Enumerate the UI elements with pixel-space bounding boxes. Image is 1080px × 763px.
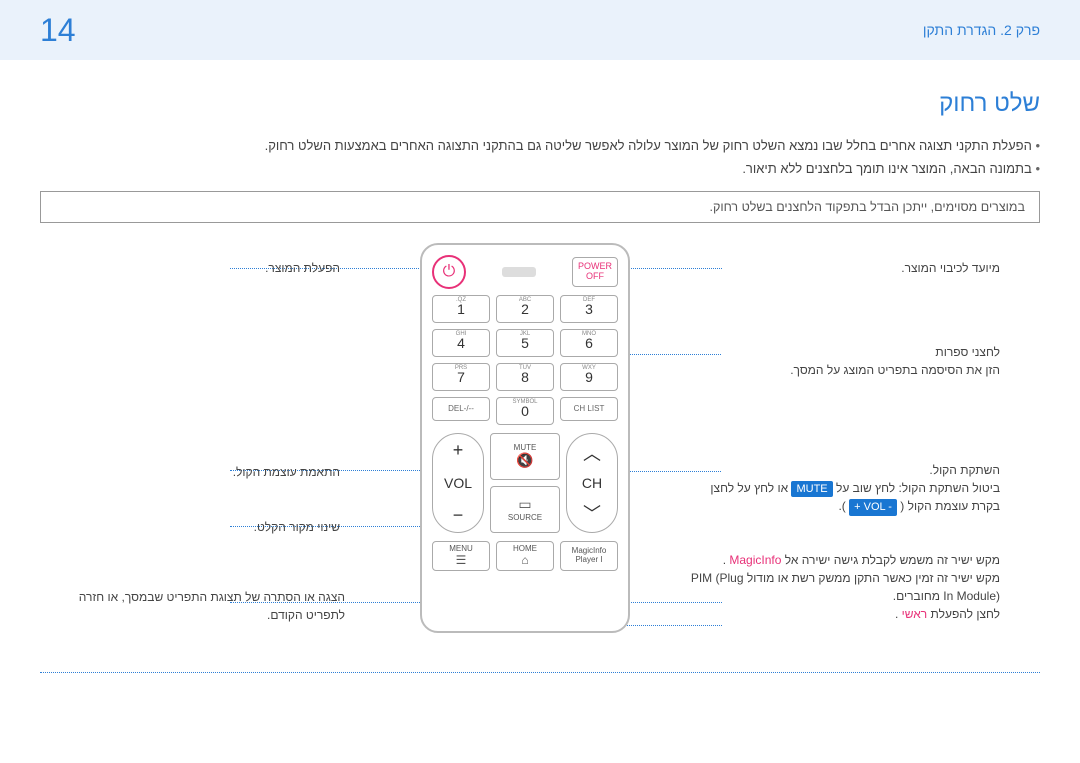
- note-box: במוצרים מסוימים, ייתכן הבדל בתפקוד הלחצנ…: [40, 191, 1040, 223]
- number-pad: .QZ1 ABC2 DEF3 GHI4 JKL5 MNO6 PRS7 TUV8 …: [432, 295, 618, 391]
- remote-control: ⏻ POWER OFF .QZ1 ABC2 DEF3 GHI4 JKL5 MNO…: [420, 243, 630, 633]
- source-button[interactable]: ▭ SOURCE: [490, 486, 560, 533]
- mute-pill: MUTE: [791, 481, 832, 498]
- number-8-button[interactable]: TUV8: [496, 363, 554, 391]
- volume-rocker[interactable]: + VOL −: [432, 433, 484, 533]
- home-icon: ⌂: [521, 554, 528, 567]
- menu-button[interactable]: MENU ☰: [432, 541, 490, 571]
- channel-rocker[interactable]: ︿ CH ﹀: [566, 433, 618, 533]
- intro-list: הפעלת התקני תצוגה אחרים בחלל שבו נמצא הש…: [40, 134, 1040, 181]
- power-icon: ⏻: [443, 263, 456, 281]
- number-6-button[interactable]: MNO6: [560, 329, 618, 357]
- label-source-change: שינוי מקור הקלט.: [254, 520, 340, 534]
- number-2-button[interactable]: ABC2: [496, 295, 554, 323]
- label-menu: הצגה או הסתרה של תצוגת התפריט שבמסך, או …: [79, 590, 345, 622]
- del-button[interactable]: DEL-/--: [432, 397, 490, 421]
- number-3-button[interactable]: DEF3: [560, 295, 618, 323]
- number-7-button[interactable]: PRS7: [432, 363, 490, 391]
- label-mute-body: ביטול השתקת הקול: לחץ שוב על MUTE או לחץ…: [690, 479, 1000, 516]
- number-4-button[interactable]: GHI4: [432, 329, 490, 357]
- remote-diagram: הפעלת המוצר. התאמת עוצמת הקול. שינוי מקו…: [40, 243, 1040, 673]
- label-numbers-body: הזן את הסיסמה בתפריט המוצג על המסך.: [710, 361, 1000, 379]
- chapter-label: פרק 2. הגדרת התקן: [923, 22, 1040, 38]
- label-home: לחצן להפעלת ראשי .: [680, 605, 1000, 623]
- number-0-button[interactable]: SYMBOL0: [496, 397, 554, 425]
- vol-pill: + VOL -: [849, 499, 897, 516]
- ir-window: [502, 267, 536, 277]
- label-magicinfo-1: מקש ישיר זה משמש לקבלת גישה ישירה אל Mag…: [680, 551, 1000, 569]
- mute-icon: 🔇: [516, 452, 533, 469]
- mute-button[interactable]: MUTE 🔇: [490, 433, 560, 480]
- label-volume-adjust: התאמת עוצמת הקול.: [233, 465, 340, 479]
- minus-icon: −: [453, 505, 464, 526]
- power-off-button[interactable]: POWER OFF: [572, 257, 618, 287]
- intro-item: הפעלת התקני תצוגה אחרים בחלל שבו נמצא הש…: [40, 134, 1040, 157]
- chevron-down-icon: ﹀: [583, 500, 601, 526]
- label-numbers-title: לחצני ספרות: [710, 343, 1000, 361]
- number-9-button[interactable]: WXY9: [560, 363, 618, 391]
- number-5-button[interactable]: JKL5: [496, 329, 554, 357]
- intro-item: בתמונה הבאה, המוצר אינו תומך בלחצנים ללא…: [40, 157, 1040, 180]
- magicinfo-button[interactable]: MagicInfo Player I: [560, 541, 618, 571]
- menu-icon: ☰: [456, 554, 467, 567]
- source-icon: ▭: [518, 496, 531, 513]
- label-power-on: הפעלת המוצר.: [265, 261, 340, 275]
- power-on-button[interactable]: ⏻: [432, 255, 466, 289]
- label-power-off: מיועד לכיבוי המוצר.: [901, 261, 1000, 275]
- chevron-up-icon: ︿: [583, 440, 601, 466]
- page-header: פרק 2. הגדרת התקן 14: [0, 0, 1080, 60]
- page-number: 14: [40, 12, 76, 49]
- label-mute-title: השתקת הקול.: [690, 461, 1000, 479]
- section-title: שלט רחוק: [40, 90, 1040, 118]
- number-1-button[interactable]: .QZ1: [432, 295, 490, 323]
- ch-list-button[interactable]: CH LIST: [560, 397, 618, 421]
- home-button[interactable]: HOME ⌂: [496, 541, 554, 571]
- plus-icon: +: [453, 440, 464, 461]
- label-magicinfo-2: מקש ישיר זה זמין כאשר התקן ממשק רשת או מ…: [680, 569, 1000, 605]
